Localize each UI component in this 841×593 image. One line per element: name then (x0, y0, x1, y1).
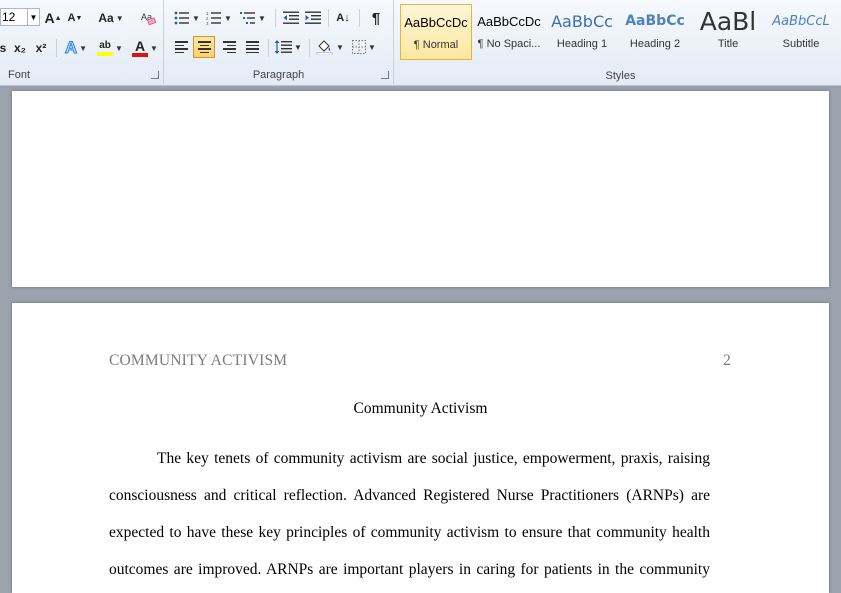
paragraph-line[interactable]: The key tenets of community activism are… (109, 443, 710, 480)
align-center-icon (197, 41, 211, 53)
style-normal-preview: AaBbCcDc (404, 14, 468, 30)
numbering-icon: 123 (206, 11, 222, 25)
align-left-button[interactable] (171, 37, 191, 57)
align-center-button[interactable] (193, 36, 215, 58)
line-spacing-icon (274, 40, 293, 54)
style-subtitle-preview: AaBbCcL (772, 13, 830, 29)
subscript-button[interactable]: x₂ (11, 38, 29, 58)
change-case-button[interactable]: Aa ▼ (97, 8, 125, 28)
svg-text:3: 3 (206, 21, 209, 25)
shrink-font-label: A (67, 12, 76, 24)
body-paragraph[interactable]: The key tenets of community activism are… (109, 443, 710, 591)
page-number[interactable]: 2 (723, 352, 731, 370)
font-group-label: Font (8, 69, 31, 81)
strikethrough-fragment[interactable]: s (0, 38, 6, 58)
bullets-icon (174, 11, 190, 25)
paragraph-group: ▼ 1 2 3 ▼ ▼ A↓ ¶ ▼ ▼ ▼ Paragraph (164, 0, 394, 84)
style-subtitle[interactable]: AaBbCcL Subtitle (765, 4, 837, 60)
multilevel-list-button[interactable]: ▼ (238, 8, 268, 28)
document-title[interactable]: Community Activism (12, 400, 829, 418)
paragraph-dialog-launcher-icon[interactable] (381, 71, 389, 79)
paragraph-line[interactable]: expected to have these key principles of… (109, 517, 710, 554)
change-case-label: Aa (98, 11, 114, 25)
text-effects-icon: A (64, 38, 78, 58)
style-subtitle-name: Subtitle (782, 38, 820, 50)
borders-button[interactable]: ▼ (349, 37, 379, 57)
font-dialog-launcher-icon[interactable] (151, 71, 159, 79)
chevron-down-icon: ▼ (336, 42, 344, 52)
line-spacing-button[interactable]: ▼ (273, 37, 303, 57)
styles-gallery: AaBbCcDc ¶ Normal AaBbCcDc ¶ No Spaci...… (400, 4, 841, 62)
font-color-button[interactable]: A ▼ (130, 38, 160, 58)
chevron-down-icon: ▼ (258, 13, 266, 23)
grow-font-button[interactable]: A ▲ (44, 8, 62, 28)
style-heading-1[interactable]: AaBbCc Heading 1 (546, 4, 618, 60)
align-left-icon (174, 41, 188, 53)
chevron-down-icon: ▼ (115, 13, 124, 23)
increase-indent-button[interactable] (303, 8, 323, 28)
style-heading-1-name: Heading 1 (556, 38, 608, 50)
style-normal-name: ¶ Normal (413, 39, 459, 51)
chevron-down-icon: ▼ (115, 43, 123, 53)
text-effects-button[interactable]: A ▼ (62, 38, 90, 58)
style-title-name: Title (717, 38, 739, 50)
paragraph-line[interactable]: outcomes are improved. ARNPs are importa… (109, 554, 710, 591)
multilevel-list-icon (240, 12, 256, 24)
highlighter-icon: ab (99, 39, 111, 51)
highlight-button[interactable]: ab ▼ (95, 38, 125, 58)
style-no-spacing-preview: AaBbCcDc (477, 13, 541, 29)
chevron-down-icon: ▼ (79, 43, 88, 53)
shrink-font-button[interactable]: A ▼ (66, 8, 84, 28)
style-heading-2-name: Heading 2 (629, 38, 681, 50)
style-title[interactable]: AaBl Title (692, 4, 764, 60)
style-no-spacing[interactable]: AaBbCcDc ¶ No Spaci... (473, 4, 545, 60)
increase-indent-icon (305, 11, 321, 24)
align-right-icon (222, 41, 236, 53)
font-size-value[interactable]: 12 (1, 10, 27, 24)
paragraph-group-label: Paragraph (252, 69, 305, 81)
font-group: 12 ▼ A ▲ A ▼ Aa ▼ Aa s x₂ x² A ▼ ab ▼ A ▼ (0, 0, 164, 84)
decrease-indent-button[interactable] (281, 8, 301, 28)
style-title-preview: AaBl (699, 6, 757, 36)
chevron-down-icon: ▼ (150, 43, 158, 53)
font-size-box[interactable]: 12 ▼ (0, 8, 40, 26)
justify-icon (245, 41, 259, 53)
clear-formatting-icon: Aa (141, 12, 156, 26)
style-heading-2-preview: AaBbCc (625, 13, 685, 29)
font-color-icon: A (134, 37, 146, 54)
sort-button[interactable]: A↓ (332, 8, 354, 28)
justify-button[interactable] (242, 37, 262, 57)
numbering-button[interactable]: 1 2 3 ▼ (204, 8, 234, 28)
paragraph-line[interactable]: consciousness and critical reflection. A… (109, 480, 710, 517)
clear-formatting-button[interactable]: Aa (138, 8, 158, 28)
bullets-button[interactable]: ▼ (172, 8, 202, 28)
chevron-down-icon: ▼ (294, 42, 302, 52)
page-2[interactable]: COMMUNITY ACTIVISM 2 Community Activism … (12, 303, 829, 593)
borders-icon (352, 40, 367, 54)
styles-group-label: Styles (605, 70, 636, 82)
running-head[interactable]: COMMUNITY ACTIVISM (109, 352, 287, 370)
style-heading-2[interactable]: AaBbCc Heading 2 (619, 4, 691, 60)
shading-button[interactable]: ▼ (315, 37, 345, 57)
show-formatting-marks-button[interactable]: ¶ (365, 8, 387, 28)
style-normal[interactable]: AaBbCcDc ¶ Normal (400, 4, 472, 60)
superscript-button[interactable]: x² (32, 38, 50, 58)
grow-font-label: A (44, 10, 55, 26)
align-right-button[interactable] (219, 37, 239, 57)
paint-bucket-icon (316, 40, 333, 55)
chevron-down-icon: ▼ (368, 42, 376, 52)
page-1[interactable] (12, 91, 829, 287)
decrease-indent-icon (283, 11, 299, 24)
style-heading-1-preview: AaBbCc (551, 11, 613, 31)
chevron-down-icon: ▼ (192, 13, 200, 23)
ribbon: 12 ▼ A ▲ A ▼ Aa ▼ Aa s x₂ x² A ▼ ab ▼ A ▼ (0, 0, 841, 86)
style-no-spacing-name: ¶ No Spaci... (477, 38, 541, 50)
chevron-down-icon: ▼ (224, 13, 232, 23)
chevron-down-icon[interactable]: ▼ (27, 9, 39, 25)
